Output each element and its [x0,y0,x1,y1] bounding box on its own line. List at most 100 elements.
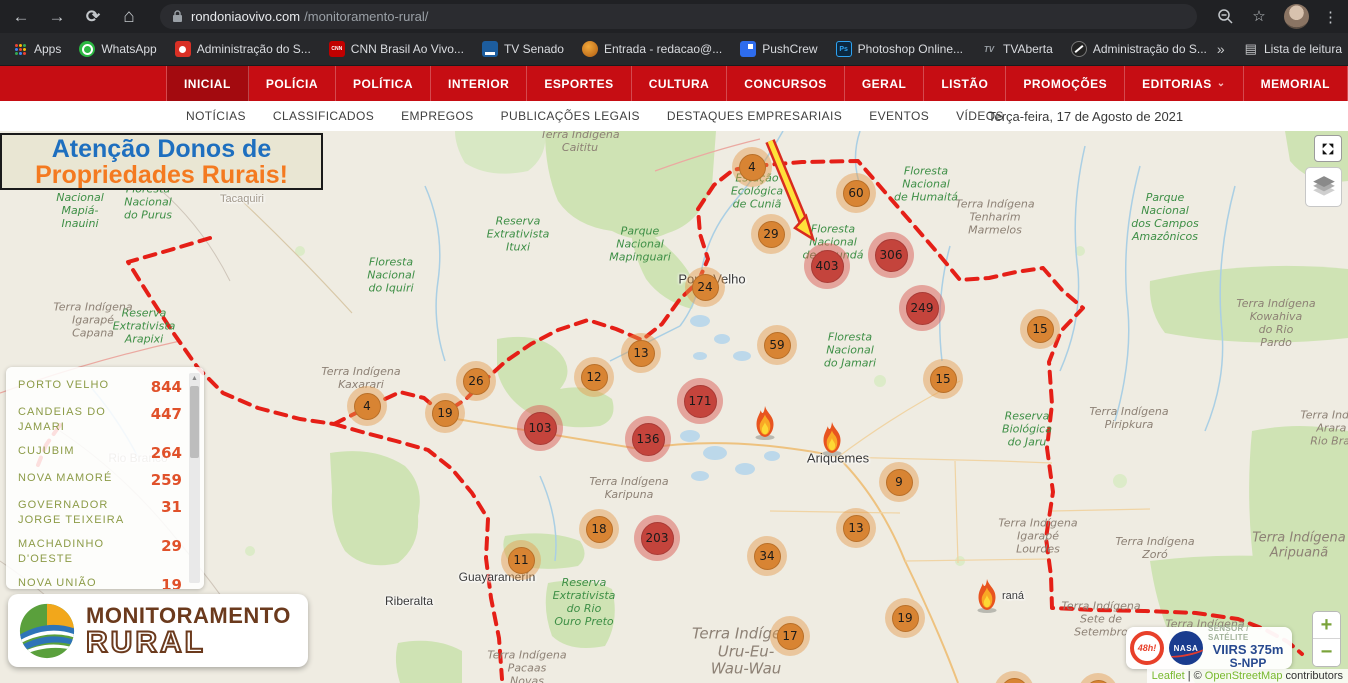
marker-value: 249 [906,292,939,325]
logo-line1: MONITORAMENTO [86,604,291,628]
osm-link[interactable]: OpenStreetMap [1205,670,1283,682]
zoom-in-button[interactable]: + [1313,612,1340,639]
subnav-publicações-legais[interactable]: PUBLICAÇÕES LEGAIS [501,109,640,123]
bookmark-apps[interactable]: Apps [12,41,61,57]
fire-count-marker[interactable]: 17 [770,616,810,656]
nav-esportes[interactable]: ESPORTES [527,66,631,101]
fire-count-marker[interactable]: 26 [456,361,496,401]
nav-cultura[interactable]: CULTURA [632,66,728,101]
scroll-up-icon[interactable]: ▲ [189,375,200,383]
nav-spacer [0,66,167,101]
fire-count-marker[interactable]: 249 [899,285,945,331]
nav-concursos[interactable]: CONCURSOS [727,66,845,101]
fire-count-marker[interactable]: 9 [879,462,919,502]
city-name: PORTO VELHO [18,378,109,393]
bookmark-cnn[interactable]: CNNCNN Brasil Ao Vivo... [329,41,464,57]
fire-count-marker[interactable]: 171 [677,378,723,424]
city-row[interactable]: NOVA UNIÃO19 [18,576,182,589]
fire-count-marker[interactable]: 203 [634,515,680,561]
city-row[interactable]: MACHADINHO D'OESTE29 [18,537,182,567]
zoom-out-page-icon[interactable] [1217,8,1234,25]
attr-separator: | [1188,670,1191,682]
bookmark-mail[interactable]: Entrada - redacao@... [582,41,722,57]
fire-count-marker[interactable]: 13 [621,333,661,373]
monitoramento-rural-logo: MONITORAMENTO RURAL [8,594,308,667]
nav-polícia[interactable]: POLÍCIA [249,66,336,101]
bookmark-tv-senado[interactable]: TV Senado [482,41,564,57]
fire-count-marker[interactable]: 34 [747,536,787,576]
fire-count-marker[interactable]: 136 [625,416,671,462]
city-row[interactable]: CUJUBIM264 [18,444,182,462]
nav-promoções[interactable]: PROMOÇÕES [1006,66,1125,101]
bookmark-whatsapp[interactable]: WhatsApp [79,41,156,57]
bookmark-ps[interactable]: PsPhotoshop Online... [836,41,963,57]
fire-count-marker[interactable]: 103 [517,405,563,451]
nav-interior[interactable]: INTERIOR [431,66,527,101]
fire-count-marker[interactable] [1078,673,1118,683]
bookmark-tv-gray[interactable]: TVTVAberta [981,41,1053,57]
panel-scrollbar[interactable]: ▲ [189,373,200,583]
marker-value: 15 [1027,316,1054,343]
bookmark-pushcrew[interactable]: PushCrew [740,41,817,57]
fire-count-marker[interactable]: 15 [1020,309,1060,349]
menu-dots-icon[interactable]: ⋮ [1323,8,1338,26]
map-attribution: Leaflet | © OpenStreetMap contributors [1147,669,1348,683]
nav-editorias[interactable]: EDITORIAS⌄ [1125,66,1244,101]
reading-list-button[interactable]: ▤ Lista de leitura [1245,41,1342,57]
nav-geral[interactable]: GERAL [845,66,925,101]
fire-count-marker[interactable]: 306 [868,232,914,278]
fire-count-marker[interactable]: 24 [685,267,725,307]
nav-memorial[interactable]: MEMORIAL [1244,66,1348,101]
nav-listão[interactable]: LISTÃO [924,66,1006,101]
marker-value [1001,678,1028,683]
map-canvas[interactable]: FlorestaNacionalMapiá-InauiniFlorestaNac… [0,131,1348,683]
fire-count-marker[interactable]: 4 [732,147,772,187]
subnav-empregos[interactable]: EMPREGOS [401,109,474,123]
fire-count-marker[interactable]: 11 [501,540,541,580]
scrollbar-thumb[interactable] [190,386,199,458]
city-row[interactable]: PORTO VELHO844 [18,378,182,396]
reload-icon[interactable]: ⟳ [82,8,104,25]
nav-política[interactable]: POLÍTICA [336,66,431,101]
avatar[interactable] [1284,4,1309,29]
fire-count-marker[interactable]: 29 [751,214,791,254]
fire-count-marker[interactable]: 403 [804,243,850,289]
city-row[interactable]: NOVA MAMORÉ259 [18,471,182,489]
subnav-destaques-empresariais[interactable]: DESTAQUES EMPRESARIAIS [667,109,842,123]
subnav-classificados[interactable]: CLASSIFICADOS [273,109,374,123]
bookmark-globe-dark[interactable]: Administração do S... [1071,41,1207,57]
zoom-out-button[interactable]: − [1313,639,1340,666]
mail-favicon [582,41,598,57]
fire-count-marker[interactable]: 18 [579,509,619,549]
fire-count-marker[interactable]: 19 [885,598,925,638]
subnav-eventos[interactable]: EVENTOS [869,109,929,123]
layers-button[interactable] [1305,167,1342,207]
bookmark-admin-red[interactable]: Administração do S... [175,41,311,57]
browser-window: ← → ⟳ ⌂ rondoniaovivo.com/monitoramento-… [0,0,1348,683]
city-row[interactable]: GOVERNADOR JORGE TEIXEIRA31 [18,498,182,528]
forward-icon[interactable]: → [46,8,68,25]
bookmarks-overflow-icon[interactable]: » [1217,41,1225,57]
map-zoom-control: + − [1312,611,1341,667]
marker-value [1085,680,1112,683]
fire-count-marker[interactable]: 59 [757,325,797,365]
fire-count-marker[interactable]: 12 [574,357,614,397]
fire-count-marker[interactable]: 15 [923,359,963,399]
city-row[interactable]: CANDEIAS DO JAMARI447 [18,405,182,435]
fullscreen-button[interactable] [1314,135,1342,162]
bookmark-star-icon[interactable]: ☆ [1248,9,1270,24]
banner-line2: Propriedades Rurais! [35,162,288,188]
fire-count-marker[interactable]: 13 [836,508,876,548]
logo-line2: RURAL [86,628,291,658]
fire-count-marker[interactable]: 4 [347,386,387,426]
home-icon[interactable]: ⌂ [118,7,140,26]
address-bar[interactable]: rondoniaovivo.com/monitoramento-rural/ [160,4,1197,29]
attr-suffix: contributors [1286,670,1343,682]
leaflet-link[interactable]: Leaflet [1152,670,1185,682]
fire-count-marker[interactable]: 19 [425,393,465,433]
subnav-notícias[interactable]: NOTÍCIAS [186,109,246,123]
back-icon[interactable]: ← [10,8,32,25]
nav-inicial[interactable]: INICIAL [167,66,249,101]
fire-count-marker[interactable] [994,671,1034,683]
fire-count-marker[interactable]: 60 [836,173,876,213]
